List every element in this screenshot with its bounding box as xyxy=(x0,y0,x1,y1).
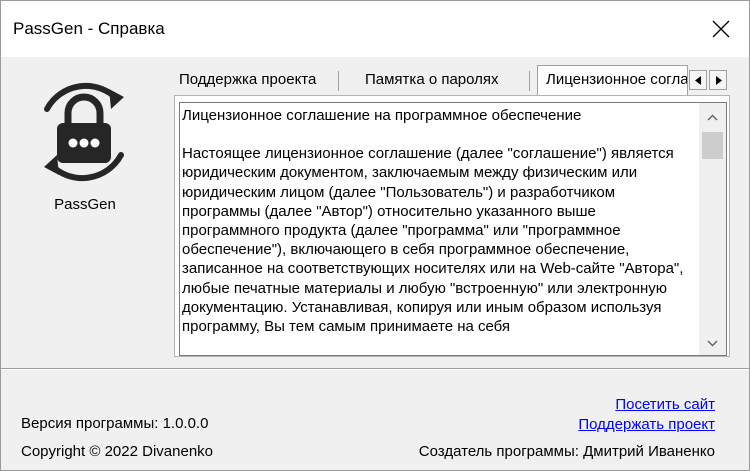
tab-separator xyxy=(338,71,339,91)
scroll-thumb[interactable] xyxy=(702,132,723,159)
chevron-down-icon xyxy=(707,340,718,346)
triangle-left-icon xyxy=(694,75,701,85)
license-body: Настоящее лицензионное соглашение (далее… xyxy=(182,145,684,336)
close-icon xyxy=(712,20,730,38)
tab-password-tips[interactable]: Памятка о паролях xyxy=(357,67,507,93)
padlock-refresh-icon xyxy=(44,82,124,182)
window-title: PassGen - Справка xyxy=(13,19,165,38)
tab-license[interactable]: Лицензионное соглашение xyxy=(537,65,688,95)
license-heading: Лицензионное соглашение на программное о… xyxy=(182,107,582,124)
tab-separator xyxy=(529,71,530,91)
license-text-area[interactable]: Лицензионное соглашение на программное о… xyxy=(179,102,727,356)
tab-support[interactable]: Поддержка проекта xyxy=(171,67,324,93)
close-button[interactable] xyxy=(693,1,749,57)
help-dialog: PassGen - Справка PassGen Поддержка прое… xyxy=(0,0,750,471)
copyright-label: Copyright © 2022 Divanenko xyxy=(21,443,213,460)
app-name-label: PassGen xyxy=(54,196,116,213)
version-label: Версия программы: 1.0.0.0 xyxy=(21,415,209,432)
title-bar: PassGen - Справка xyxy=(1,1,749,57)
vertical-scrollbar[interactable] xyxy=(699,103,726,355)
footer-divider xyxy=(1,368,749,370)
tab-scroll-right-button[interactable] xyxy=(709,70,727,90)
tab-content-panel: Лицензионное соглашение на программное о… xyxy=(174,95,730,357)
tab-bar: Поддержка проекта Памятка о паролях Лице… xyxy=(171,65,731,95)
creator-label: Создатель программы: Дмитрий Иваненко xyxy=(418,443,715,460)
scroll-down-button[interactable] xyxy=(699,331,726,355)
license-text: Лицензионное соглашение на программное о… xyxy=(182,106,696,355)
support-project-link[interactable]: Поддержать проект xyxy=(578,416,715,433)
visit-site-link[interactable]: Посетить сайт xyxy=(615,396,715,413)
triangle-right-icon xyxy=(715,75,722,85)
tab-scroll-left-button[interactable] xyxy=(689,70,707,90)
scroll-up-button[interactable] xyxy=(699,105,726,129)
chevron-up-icon xyxy=(707,114,718,120)
